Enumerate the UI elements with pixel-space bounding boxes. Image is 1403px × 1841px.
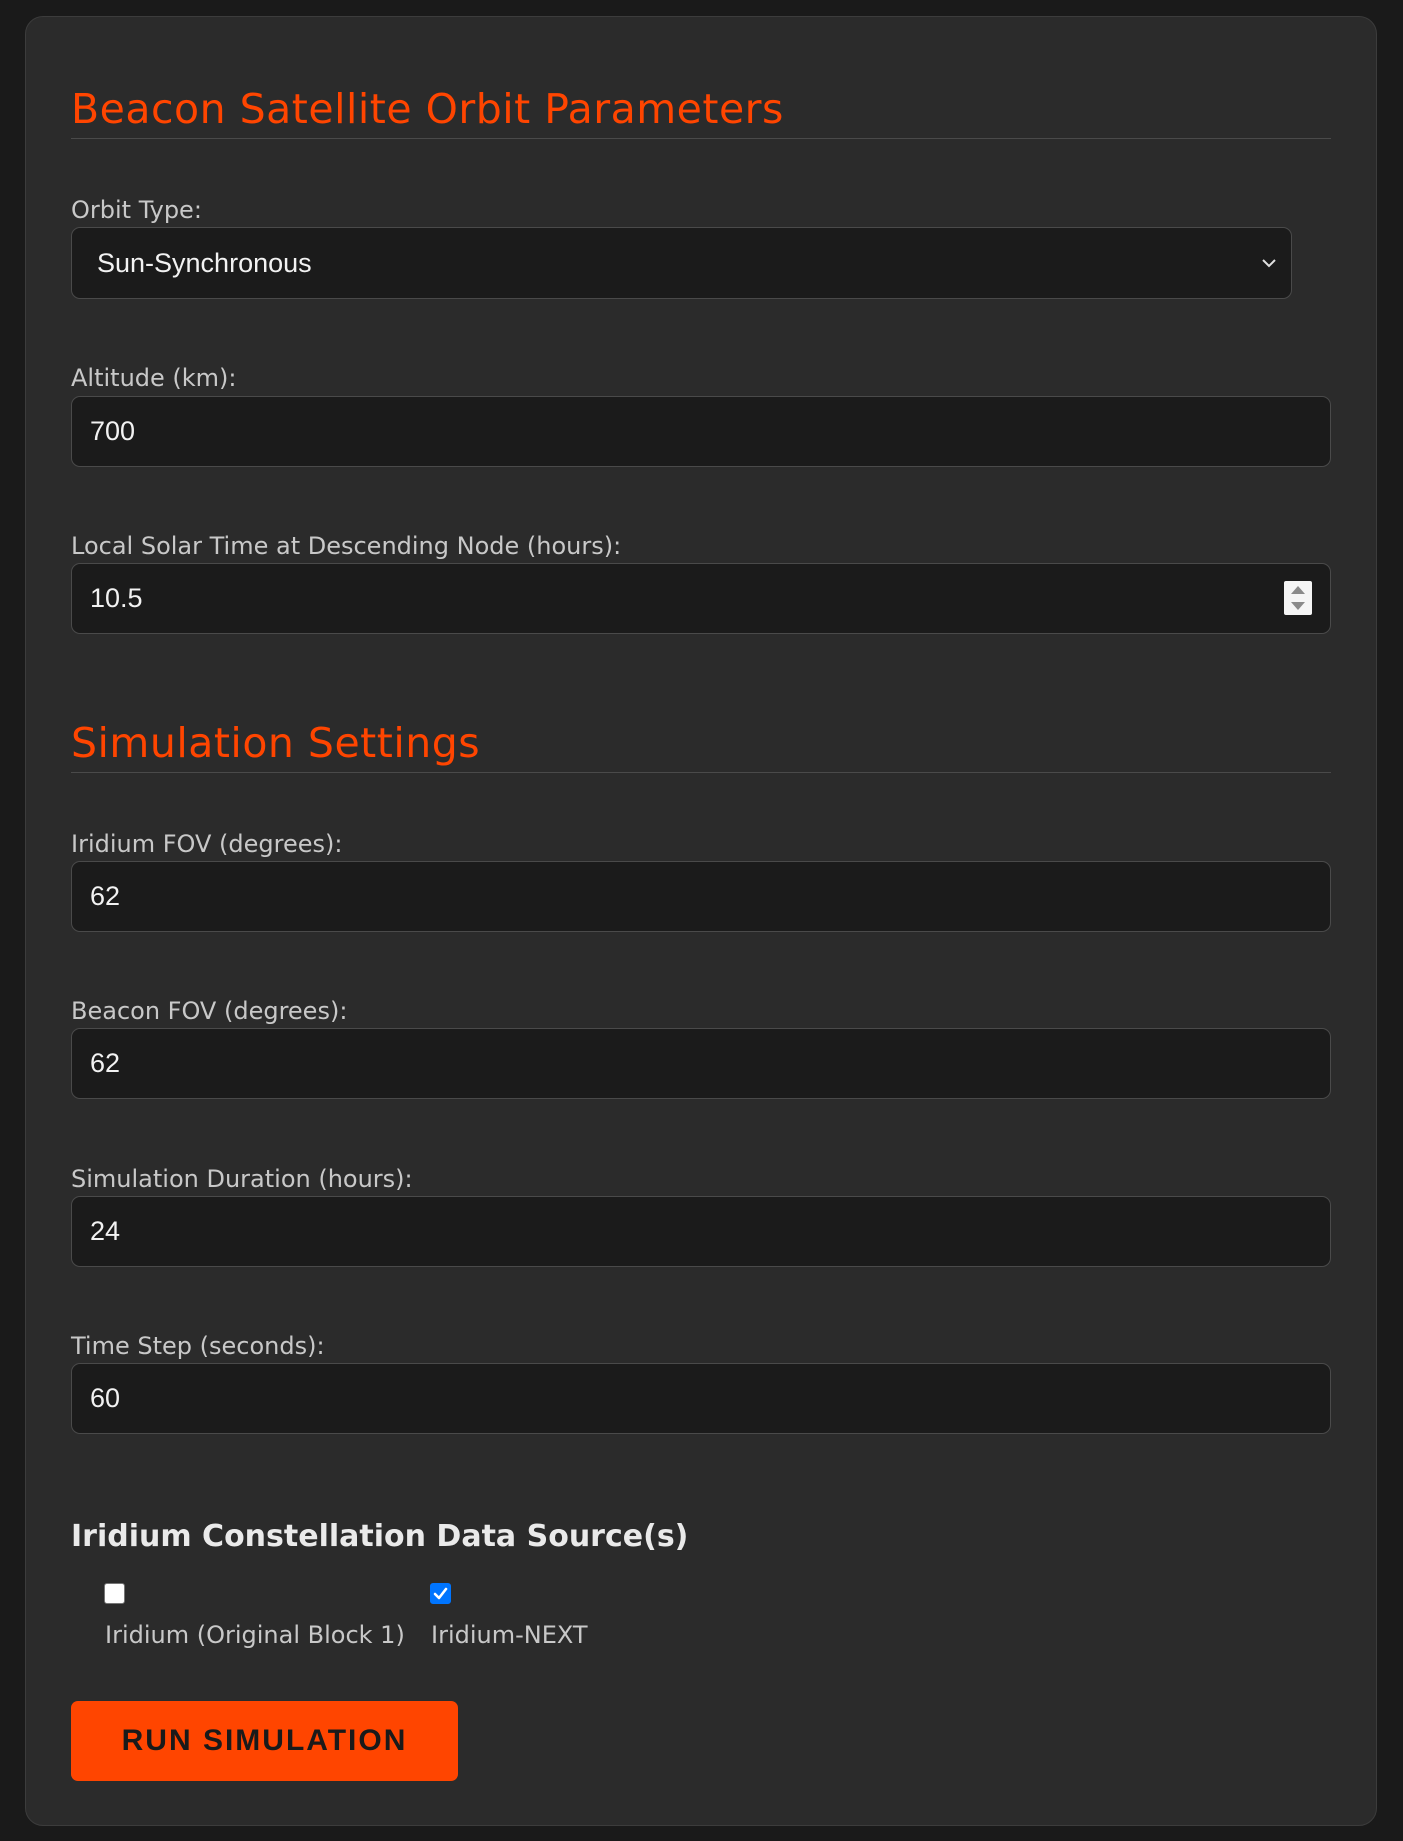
time-step-value: 60 bbox=[90, 1383, 121, 1413]
iridium-next-label[interactable]: Iridium-NEXT bbox=[431, 1621, 588, 1649]
altitude-value: 700 bbox=[90, 416, 136, 446]
iridium-fov-input[interactable]: 62 bbox=[71, 861, 1331, 932]
time-step-input[interactable]: 60 bbox=[71, 1363, 1331, 1434]
orbit-type-selected-value: Sun-Synchronous bbox=[97, 248, 312, 278]
local-solar-time-value: 10.5 bbox=[90, 583, 143, 613]
duration-value: 24 bbox=[90, 1216, 121, 1246]
local-solar-time-input[interactable]: 10.5 bbox=[71, 563, 1331, 634]
simulation-section-divider bbox=[71, 772, 1331, 773]
orbit-section-divider bbox=[71, 138, 1331, 139]
spinner-arrows-icon[interactable] bbox=[1284, 581, 1312, 615]
duration-input[interactable]: 24 bbox=[71, 1196, 1331, 1267]
beacon-fov-input[interactable]: 62 bbox=[71, 1028, 1331, 1099]
altitude-label: Altitude (km): bbox=[71, 364, 237, 392]
orbit-parameters-panel: Beacon Satellite Orbit Parameters Orbit … bbox=[25, 16, 1377, 1826]
orbit-section-title: Beacon Satellite Orbit Parameters bbox=[71, 85, 784, 133]
altitude-input[interactable]: 700 bbox=[71, 396, 1331, 467]
local-solar-time-label: Local Solar Time at Descending Node (hou… bbox=[71, 532, 622, 560]
data-sources-title: Iridium Constellation Data Source(s) bbox=[71, 1519, 689, 1554]
iridium-fov-value: 62 bbox=[90, 881, 121, 911]
iridium-block1-label[interactable]: Iridium (Original Block 1) bbox=[105, 1621, 405, 1649]
iridium-fov-label: Iridium FOV (degrees): bbox=[71, 830, 343, 858]
orbit-type-label: Orbit Type: bbox=[71, 196, 202, 224]
beacon-fov-value: 62 bbox=[90, 1048, 121, 1078]
simulation-section-title: Simulation Settings bbox=[71, 719, 481, 767]
checkmark-icon bbox=[433, 1587, 448, 1600]
duration-label: Simulation Duration (hours): bbox=[71, 1165, 413, 1193]
orbit-type-select[interactable]: Sun-Synchronous bbox=[71, 227, 1292, 299]
time-step-label: Time Step (seconds): bbox=[71, 1332, 325, 1360]
chevron-down-icon bbox=[1262, 259, 1276, 268]
iridium-block1-checkbox[interactable] bbox=[104, 1583, 125, 1604]
beacon-fov-label: Beacon FOV (degrees): bbox=[71, 997, 348, 1025]
iridium-next-checkbox[interactable] bbox=[430, 1583, 451, 1604]
run-simulation-button[interactable]: RUN SIMULATION bbox=[71, 1701, 458, 1781]
